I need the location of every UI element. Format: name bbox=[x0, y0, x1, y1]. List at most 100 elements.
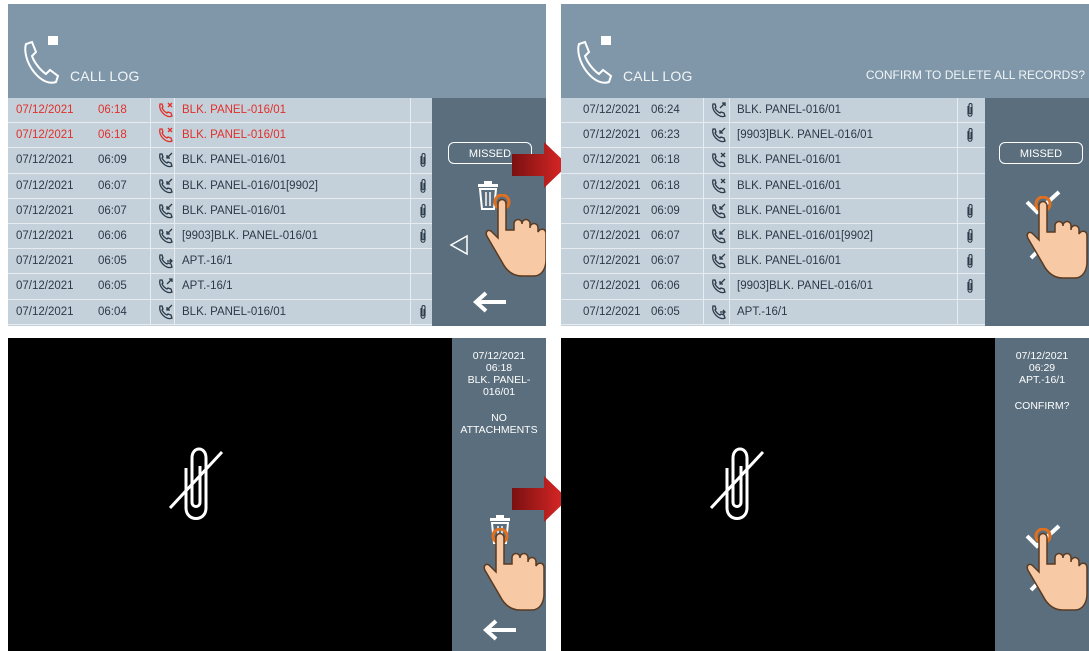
column-divider bbox=[957, 98, 958, 123]
column-divider bbox=[957, 173, 958, 198]
side-toolbar: MISSED bbox=[432, 98, 546, 326]
column-divider bbox=[410, 249, 411, 274]
call-incoming-icon bbox=[158, 203, 174, 219]
column-divider bbox=[150, 198, 151, 223]
column-divider bbox=[729, 98, 730, 123]
column-divider bbox=[150, 223, 151, 249]
prev-icon[interactable] bbox=[449, 234, 469, 256]
back-arrow-icon[interactable] bbox=[472, 290, 508, 314]
detail-side-panel: 07/12/2021 06:29 APT.-16/1 CONFIRM? bbox=[995, 338, 1089, 651]
paperclip-icon bbox=[418, 304, 428, 327]
call-log-screen-2: CALL LOG CONFIRM TO DELETE ALL RECORDS? … bbox=[561, 4, 1089, 326]
detail-date: 07/12/2021 bbox=[1015, 350, 1069, 362]
column-divider bbox=[150, 123, 151, 148]
table-row[interactable]: 07/12/2021 06:23 [9903]BLK. PANEL-016/01 bbox=[561, 123, 985, 149]
column-divider bbox=[957, 223, 958, 249]
row-caller: BLK. PANEL-016/01 bbox=[182, 129, 286, 142]
table-row[interactable]: 07/12/2021 06:18 BLK. PANEL-016/01 bbox=[8, 123, 432, 149]
call-missed-icon bbox=[158, 127, 174, 143]
detail-time: 06:18 bbox=[485, 362, 513, 374]
column-divider bbox=[703, 223, 704, 249]
table-row[interactable]: 07/12/2021 06:09 BLK. PANEL-016/01 bbox=[8, 148, 432, 174]
attachment-screen-2: 07/12/2021 06:29 APT.-16/1 CONFIRM? bbox=[561, 338, 1089, 651]
column-divider bbox=[703, 274, 704, 299]
detail-caller: APT.-16/1 bbox=[1018, 374, 1066, 386]
message-icon bbox=[601, 36, 611, 45]
attachment-screen-1: 07/12/2021 06:18 BLK. PANEL-016/01 NO AT… bbox=[8, 338, 546, 651]
table-row[interactable]: 07/12/2021 06:18 BLK. PANEL-016/01 bbox=[561, 148, 985, 174]
row-caller: APT.-16/1 bbox=[182, 255, 233, 268]
call-missed-icon bbox=[158, 102, 174, 118]
column-divider bbox=[150, 173, 151, 198]
call-log-list: 07/12/2021 06:24 BLK. PANEL-016/01 07/12/20… bbox=[561, 98, 985, 326]
column-divider bbox=[703, 198, 704, 223]
row-caller: [9903]BLK. PANEL-016/01 bbox=[737, 129, 873, 142]
column-divider bbox=[410, 173, 411, 198]
row-date: 07/12/2021 bbox=[16, 255, 74, 268]
column-divider bbox=[150, 274, 151, 299]
table-row[interactable]: 07/12/2021 06:18 BLK. PANEL-016/01 bbox=[561, 173, 985, 199]
page-title: CALL LOG bbox=[70, 68, 140, 84]
row-date: 07/12/2021 bbox=[16, 204, 74, 217]
call-incoming-icon bbox=[158, 304, 174, 320]
row-caller: BLK. PANEL-016/01[9902] bbox=[182, 179, 318, 192]
row-caller: BLK. PANEL-016/01[9902] bbox=[737, 229, 873, 242]
hand-pointer-icon bbox=[483, 528, 545, 611]
column-divider bbox=[174, 198, 175, 223]
table-row[interactable]: 07/12/2021 06:07 BLK. PANEL-016/01 bbox=[8, 198, 432, 224]
column-divider bbox=[957, 274, 958, 299]
table-row[interactable]: 07/12/2021 06:05 APT.-16/1 bbox=[8, 274, 432, 300]
column-divider bbox=[729, 173, 730, 198]
back-arrow-icon[interactable] bbox=[482, 618, 518, 642]
row-time: 06:07 bbox=[651, 255, 680, 268]
table-row[interactable]: 07/12/2021 06:04 BLK. PANEL-016/01 bbox=[8, 299, 432, 327]
table-row[interactable]: 07/12/2021 06:07 BLK. PANEL-016/01[9902] bbox=[561, 223, 985, 250]
row-date: 07/12/2021 bbox=[16, 129, 74, 142]
row-caller: APT.-16/1 bbox=[737, 305, 788, 318]
table-row[interactable]: 07/12/2021 06:09 BLK. PANEL-016/01 bbox=[561, 198, 985, 224]
table-row[interactable]: 07/12/2021 06:07 BLK. PANEL-016/01[9902] bbox=[8, 173, 432, 199]
phone-icon bbox=[24, 36, 60, 84]
row-caller: BLK. PANEL-016/01 bbox=[182, 305, 286, 318]
detail-caller: BLK. PANEL-016/01 bbox=[467, 374, 531, 398]
column-divider bbox=[703, 148, 704, 173]
column-divider bbox=[957, 249, 958, 274]
column-divider bbox=[174, 173, 175, 198]
call-incoming-icon bbox=[711, 278, 727, 294]
row-date: 07/12/2021 bbox=[583, 204, 641, 217]
column-divider bbox=[957, 148, 958, 173]
table-row[interactable]: 07/12/2021 06:07 BLK. PANEL-016/01 bbox=[561, 249, 985, 275]
row-caller: BLK. PANEL-016/01 bbox=[182, 104, 286, 116]
column-divider bbox=[174, 249, 175, 274]
column-divider bbox=[729, 148, 730, 173]
table-row[interactable]: 07/12/2021 06:18 BLK. PANEL-016/01 bbox=[8, 98, 432, 124]
table-row[interactable]: 07/12/2021 06:05 APT.-16/1 bbox=[8, 249, 432, 275]
call-log-screen-1: CALL LOG 07/12/2021 06:18 BLK. PANEL-016/0… bbox=[8, 4, 546, 326]
row-caller: BLK. PANEL-016/01 bbox=[737, 154, 841, 167]
row-time: 06:18 bbox=[651, 154, 680, 167]
row-date: 07/12/2021 bbox=[583, 154, 641, 167]
column-divider bbox=[410, 98, 411, 123]
column-divider bbox=[410, 198, 411, 223]
call-incoming-icon bbox=[158, 178, 174, 194]
row-time: 06:07 bbox=[98, 179, 127, 192]
column-divider bbox=[174, 274, 175, 299]
row-caller: BLK. PANEL-016/01 bbox=[737, 104, 841, 116]
missed-filter-button[interactable]: MISSED bbox=[999, 142, 1083, 164]
column-divider bbox=[703, 299, 704, 324]
table-row[interactable]: 07/12/2021 06:05 APT.-16/1 bbox=[561, 299, 985, 325]
row-time: 06:18 bbox=[651, 179, 680, 192]
call-missed-icon bbox=[711, 152, 727, 168]
detail-status: CONFIRM? bbox=[1014, 400, 1070, 412]
column-divider bbox=[957, 198, 958, 223]
row-time: 06:05 bbox=[651, 305, 680, 318]
row-date: 07/12/2021 bbox=[16, 229, 74, 242]
column-divider bbox=[729, 123, 730, 148]
table-row[interactable]: 07/12/2021 06:06 [9903]BLK. PANEL-016/01 bbox=[8, 223, 432, 250]
table-row[interactable]: 07/12/2021 06:06 [9903]BLK. PANEL-016/01 bbox=[561, 274, 985, 300]
column-divider bbox=[174, 223, 175, 249]
column-divider bbox=[150, 299, 151, 324]
hand-pointer-icon bbox=[1026, 196, 1088, 279]
call-forward-icon bbox=[711, 304, 727, 320]
table-row[interactable]: 07/12/2021 06:24 BLK. PANEL-016/01 bbox=[561, 98, 985, 124]
